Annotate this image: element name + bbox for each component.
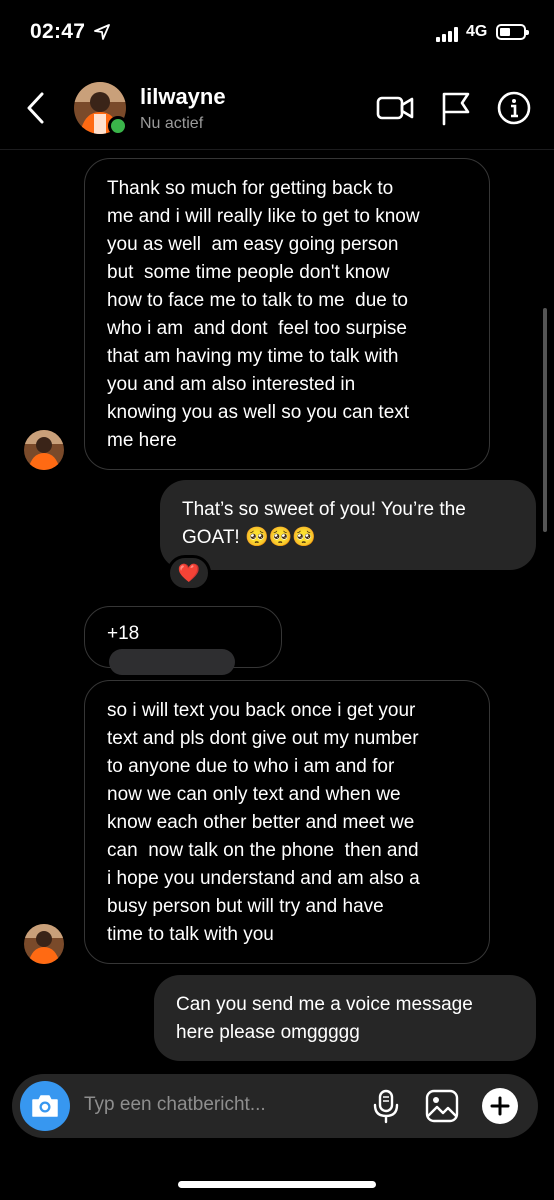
message-line: to anyone due to who i am and for (107, 756, 395, 777)
image-icon[interactable] (424, 1088, 460, 1124)
message-line: you and am also interested in (107, 374, 356, 395)
status-bar: 02:47 4G (0, 0, 554, 70)
back-chevron-icon[interactable] (22, 90, 52, 126)
message-line: here please omggggg (176, 1022, 360, 1043)
scroll-indicator[interactable] (543, 308, 547, 532)
message-input[interactable]: Typ een chatbericht... (84, 1094, 266, 1116)
message-line: i hope you understand and am also a (107, 868, 420, 889)
network-type: 4G (466, 23, 488, 40)
message-line: text and pls dont give out my number (107, 728, 419, 749)
info-icon[interactable] (494, 90, 534, 126)
signal-strength-icon (436, 26, 458, 42)
message-line: who i am and dont feel too surpise (107, 318, 407, 339)
redacted-phone-number (109, 648, 235, 675)
home-indicator[interactable] (178, 1181, 376, 1188)
plus-button[interactable] (482, 1088, 518, 1124)
sender-avatar[interactable] (24, 430, 64, 470)
message-composer: Typ een chatbericht... (12, 1074, 538, 1138)
message-line: now we can only text and when we (107, 784, 401, 805)
message-line: me and i will really like to get to know (107, 206, 420, 227)
message-line: Thank so much for getting back to (107, 178, 394, 199)
contact-name[interactable]: lilwayne (140, 84, 226, 110)
battery-icon (496, 24, 529, 40)
message-line: you as well am easy going person (107, 234, 399, 255)
message-outgoing[interactable]: Can you send me a voice message here ple… (154, 975, 536, 1061)
microphone-icon[interactable] (368, 1088, 404, 1124)
chat-header: lilwayne Nu actief (0, 70, 554, 150)
contact-status: Nu actief (140, 115, 204, 132)
video-camera-icon[interactable] (375, 90, 415, 126)
message-incoming[interactable]: so i will text you back once i get your … (84, 680, 490, 964)
message-line: but some time people don't know (107, 262, 390, 283)
camera-icon (32, 1095, 58, 1117)
status-time: 02:47 (30, 20, 86, 43)
location-arrow-icon (94, 24, 110, 40)
message-outgoing[interactable]: That’s so sweet of you! You’re the GOAT!… (160, 480, 536, 570)
message-line: time to talk with you (107, 924, 274, 945)
message-line: know each other better and meet we (107, 812, 415, 833)
message-line: so i will text you back once i get your (107, 700, 416, 721)
sender-avatar[interactable] (24, 924, 64, 964)
message-line: can now talk on the phone then and (107, 840, 419, 861)
phone-prefix: +18 (107, 623, 140, 644)
plus-icon (490, 1096, 510, 1116)
message-line: that am having my time to talk with (107, 346, 399, 367)
camera-button[interactable] (20, 1081, 70, 1131)
flag-icon[interactable] (436, 90, 476, 126)
message-line: GOAT! 🥺🥺🥺 (182, 527, 316, 548)
message-line: how to face me to talk to me due to (107, 290, 408, 311)
heart-reaction-icon[interactable]: ❤️ (167, 555, 211, 591)
message-line: knowing you as well so you can text (107, 402, 410, 423)
online-status-dot (108, 116, 128, 136)
message-line: busy person but will try and have (107, 896, 384, 917)
message-line: Can you send me a voice message (176, 994, 473, 1015)
message-incoming[interactable]: Thank so much for getting back to me and… (84, 158, 490, 470)
message-line: That’s so sweet of you! You’re the (182, 499, 466, 520)
message-line: me here (107, 430, 177, 451)
message-incoming[interactable]: +18 (84, 606, 282, 675)
